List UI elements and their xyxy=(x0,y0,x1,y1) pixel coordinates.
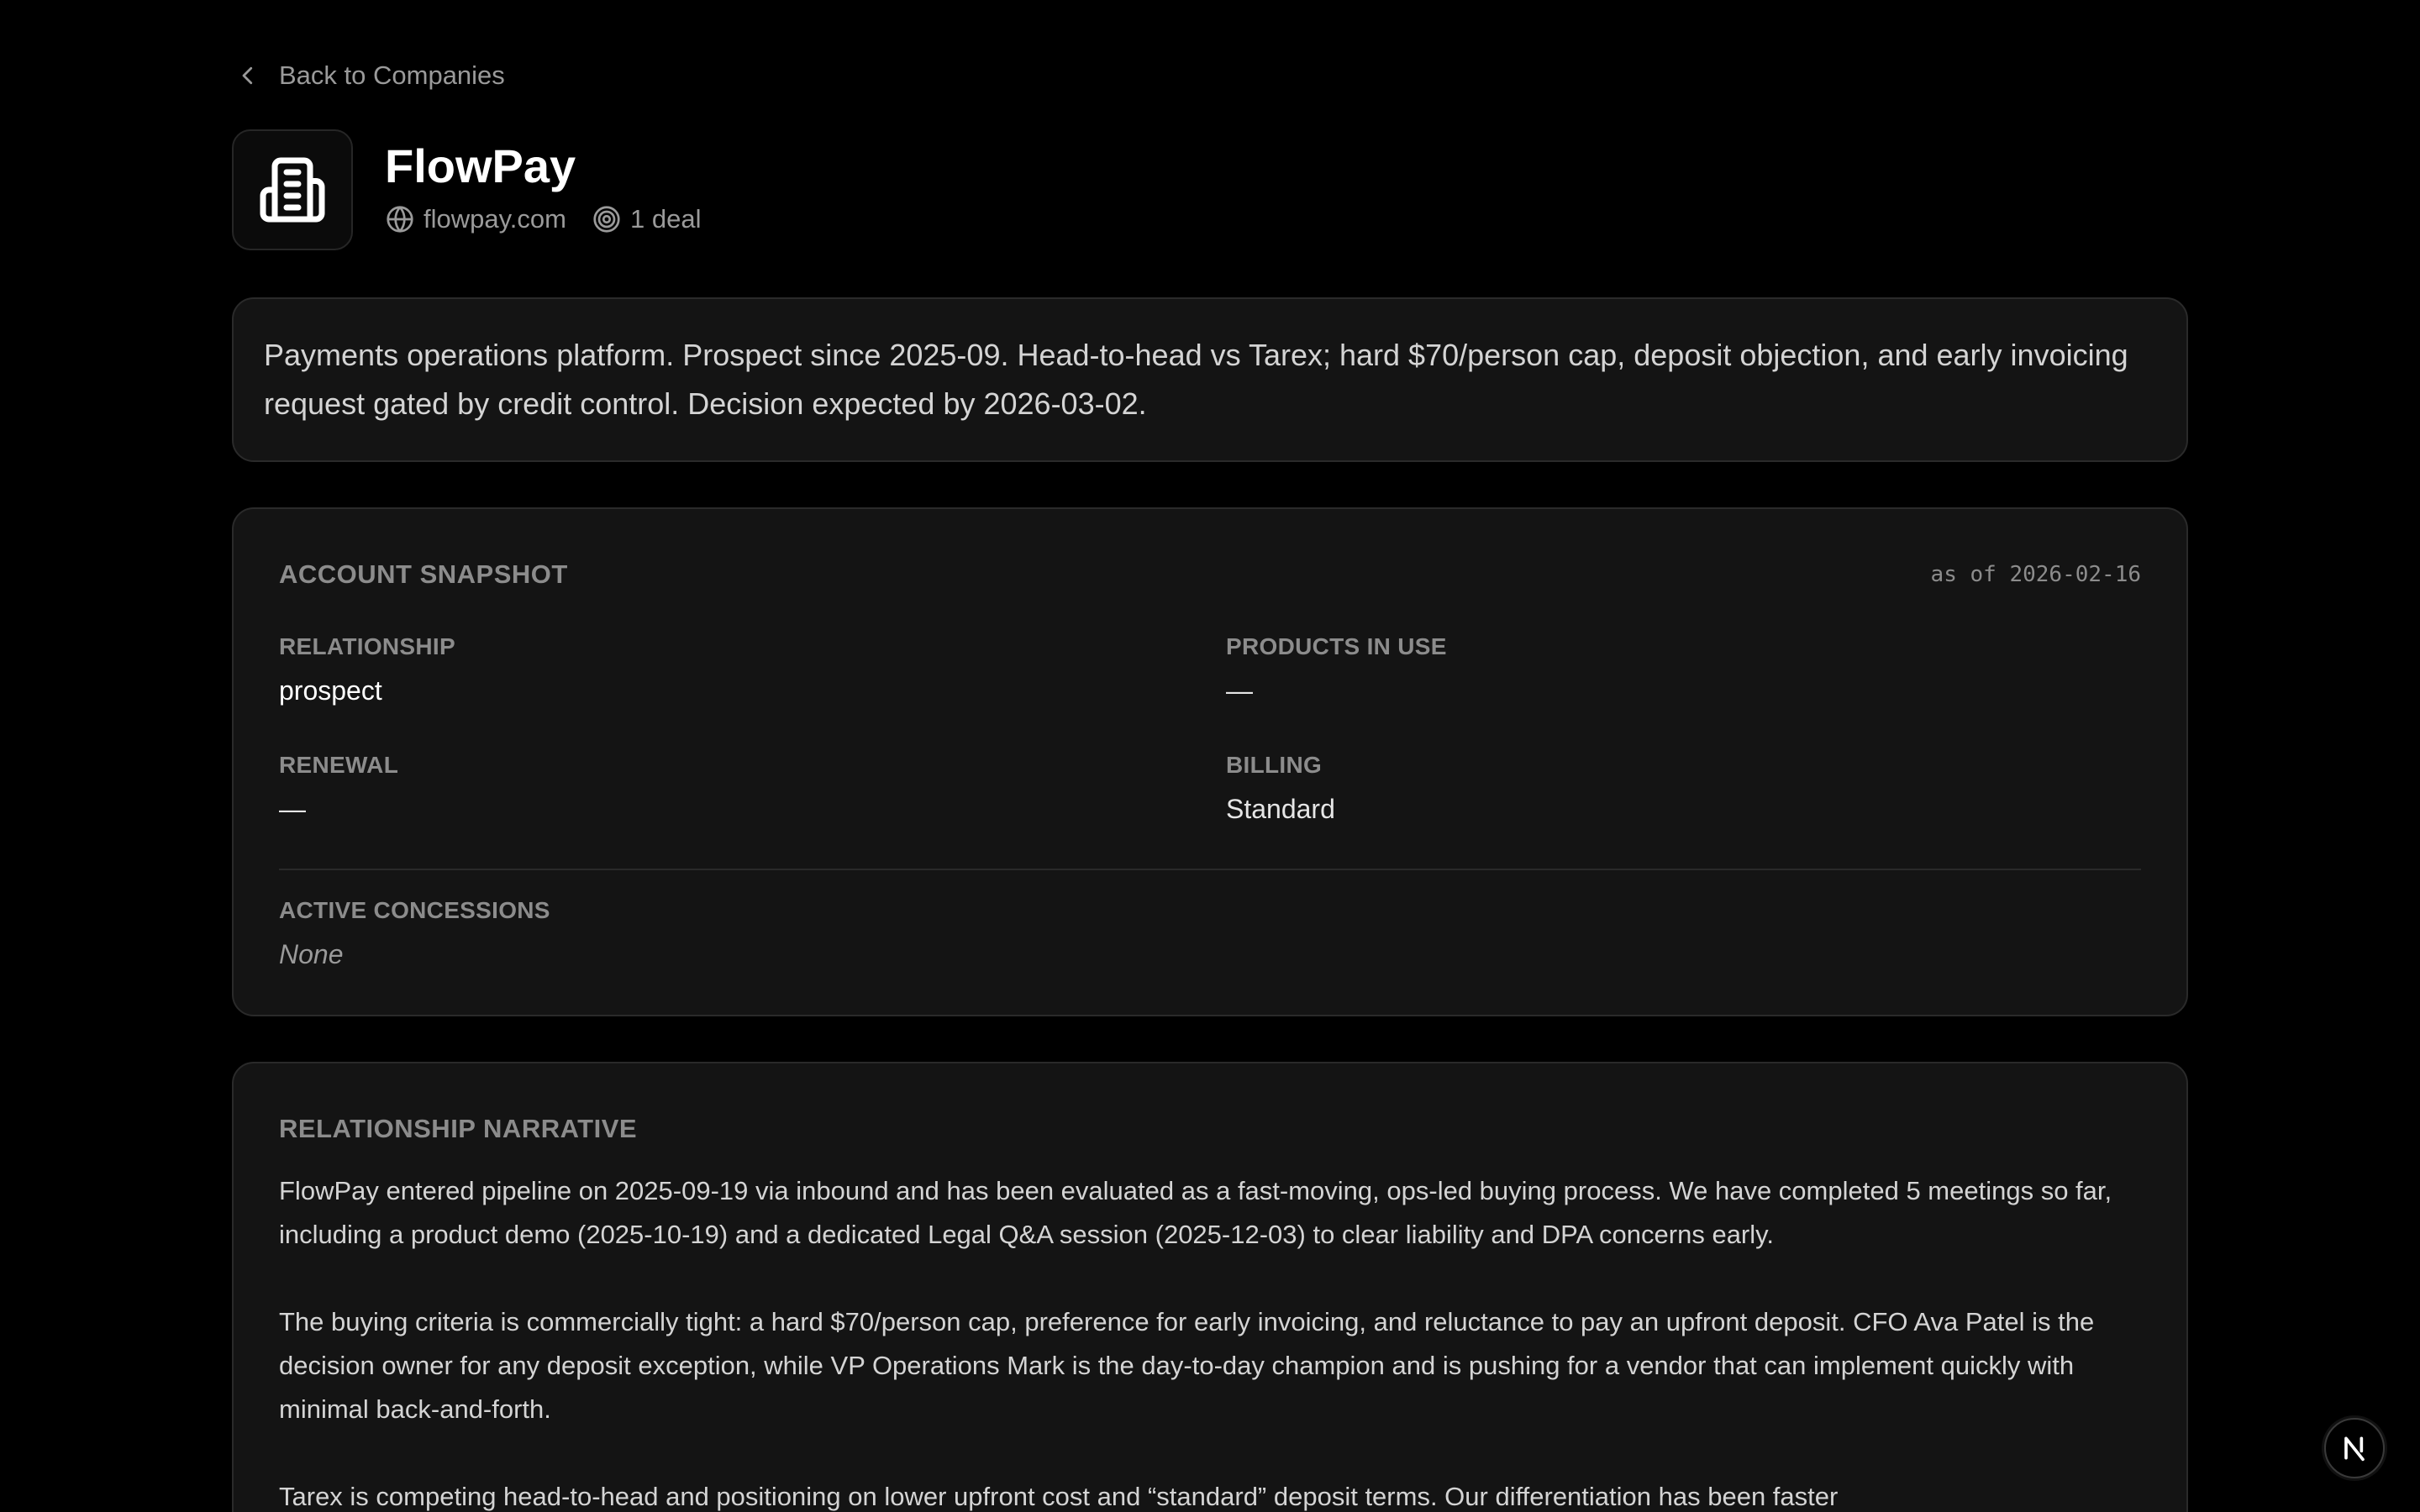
narrative-paragraph: FlowPay entered pipeline on 2025-09-19 v… xyxy=(279,1176,2112,1249)
globe-icon xyxy=(387,206,413,233)
relationship-value: prospect xyxy=(279,675,382,706)
concessions-field: ACTIVE CONCESSIONS None xyxy=(279,897,2141,970)
renewal-label: RENEWAL xyxy=(279,752,399,778)
building-icon xyxy=(260,157,325,223)
narrative-body: FlowPay entered pipeline on 2025-09-19 v… xyxy=(279,1169,2141,1512)
billing-field: BILLING Standard xyxy=(1226,752,2141,825)
company-domain-label: flowpay.com xyxy=(424,203,566,234)
back-to-companies-link[interactable]: Back to Companies xyxy=(235,60,505,91)
company-deals-label: 1 deal xyxy=(630,203,702,234)
relationship-field: RELATIONSHIP prospect xyxy=(279,633,1226,706)
products-label: PRODUCTS IN USE xyxy=(1226,633,1447,659)
narrative-paragraph: The buying criteria is commercially tigh… xyxy=(279,1307,2095,1424)
concessions-value: None xyxy=(279,939,344,969)
company-detail-page: Back to Companies FlowPay flowpay.com 1 … xyxy=(0,0,2420,1512)
company-meta: flowpay.com 1 deal xyxy=(385,204,701,234)
next-n-icon xyxy=(2344,1436,2365,1462)
devtools-badge[interactable] xyxy=(2324,1418,2385,1478)
relationship-label: RELATIONSHIP xyxy=(279,633,455,659)
snapshot-as-of: as of 2026-02-16 xyxy=(1930,562,2141,587)
snapshot-fields: RELATIONSHIP prospect PRODUCTS IN USE — … xyxy=(279,633,2141,825)
company-deals: 1 deal xyxy=(592,204,701,234)
concessions-label: ACTIVE CONCESSIONS xyxy=(279,897,550,923)
company-summary-card: Payments operations platform. Prospect s… xyxy=(232,297,2188,462)
billing-value: Standard xyxy=(1226,794,1335,824)
narrative-paragraph: Tarex is competing head-to-head and posi… xyxy=(279,1482,1839,1511)
company-domain[interactable]: flowpay.com xyxy=(385,204,566,234)
back-link-label: Back to Companies xyxy=(279,60,505,90)
products-field: PRODUCTS IN USE — xyxy=(1226,633,2141,706)
chevron-left-icon xyxy=(242,66,253,85)
snapshot-divider xyxy=(279,869,2141,870)
company-summary: Payments operations platform. Prospect s… xyxy=(264,338,2128,421)
renewal-field: RENEWAL — xyxy=(279,752,1226,825)
relationship-narrative-card: RELATIONSHIP NARRATIVE FlowPay entered p… xyxy=(232,1062,2188,1512)
company-header: FlowPay flowpay.com 1 deal xyxy=(232,129,701,250)
products-value: — xyxy=(1226,675,1253,706)
narrative-title: RELATIONSHIP NARRATIVE xyxy=(279,1114,638,1143)
target-icon xyxy=(593,206,620,233)
snapshot-header: ACCOUNT SNAPSHOT as of 2026-02-16 xyxy=(279,559,2141,590)
company-name: FlowPay xyxy=(385,139,576,193)
renewal-value: — xyxy=(279,794,306,824)
company-header-text: FlowPay flowpay.com 1 deal xyxy=(385,140,701,234)
billing-label: BILLING xyxy=(1226,752,1323,778)
company-logo xyxy=(232,129,353,250)
account-snapshot-card: ACCOUNT SNAPSHOT as of 2026-02-16 RELATI… xyxy=(232,507,2188,1016)
snapshot-title: ACCOUNT SNAPSHOT xyxy=(279,559,568,589)
